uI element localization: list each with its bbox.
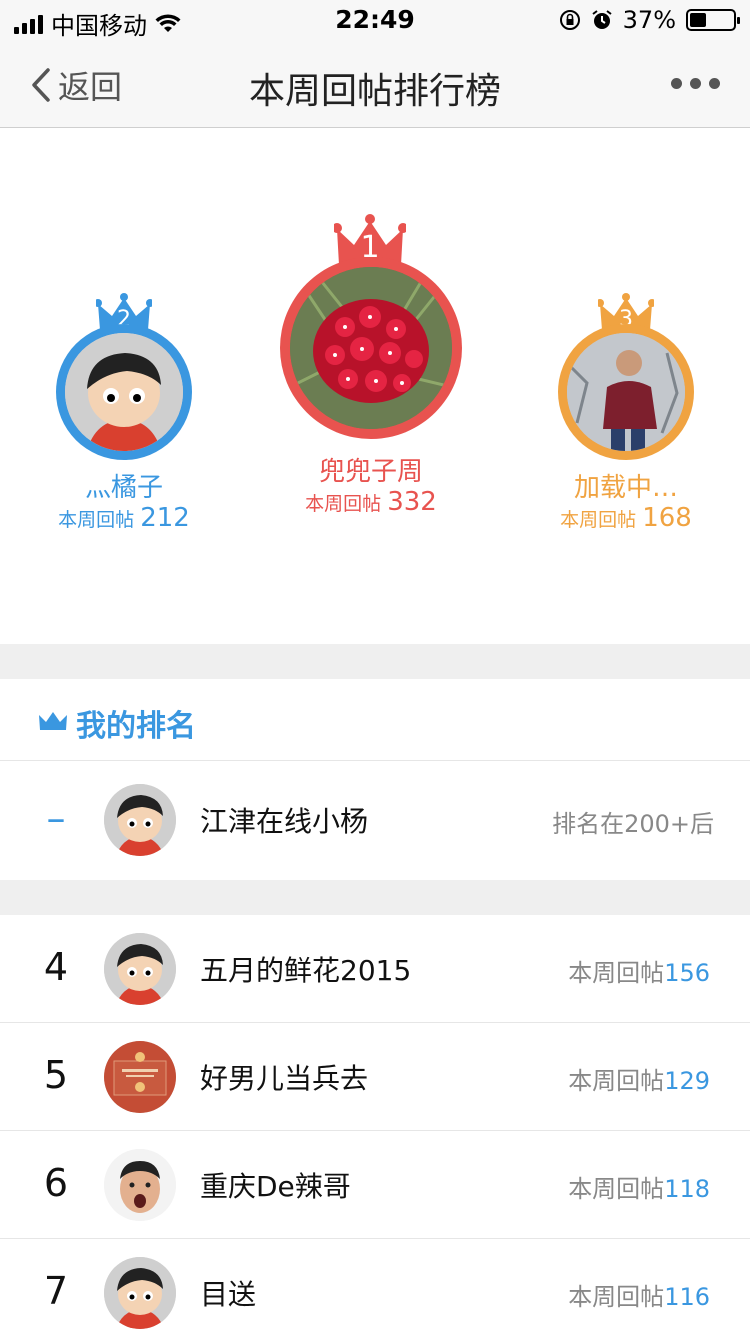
avatar — [104, 1149, 176, 1221]
status-bar: 中国移动 22:49 37% — [0, 0, 750, 40]
cartoon-avatar-icon — [104, 784, 176, 856]
status-right: 37% — [559, 6, 740, 34]
battery-icon — [686, 9, 740, 31]
section-divider — [0, 880, 750, 915]
list-item[interactable]: 4 五月的鲜花2015 本周回帖156 — [0, 915, 750, 1023]
avatar — [104, 1257, 176, 1329]
list-item[interactable]: 7 目送 本周回帖116 — [0, 1239, 750, 1334]
my-rank-title: 我的排名 — [76, 709, 196, 744]
avatar — [104, 784, 176, 856]
user-name: 好男儿当兵去 — [200, 1062, 369, 1095]
rank-number: 7 — [43, 1269, 69, 1313]
reply-count: 本周回帖118 — [568, 1175, 710, 1203]
count-label: 本周回帖 — [305, 493, 382, 515]
count-label: 本周回帖 — [58, 509, 135, 531]
person-photo-icon — [567, 333, 685, 451]
count-label: 本周回帖 — [560, 509, 637, 531]
cartoon-avatar-icon — [104, 1257, 176, 1329]
avatar-second — [56, 324, 192, 460]
count-value: 332 — [387, 487, 437, 517]
section-divider — [0, 644, 750, 679]
reply-count: 本周回帖129 — [568, 1067, 710, 1095]
podium-second-name: 灬橘子 — [84, 473, 163, 503]
user-name: 五月的鲜花2015 — [200, 954, 412, 987]
cartoon-avatar-icon — [104, 933, 176, 1005]
my-rank-name: 江津在线小杨 — [200, 805, 369, 838]
count-value: 168 — [642, 503, 692, 533]
avatar — [104, 1041, 176, 1113]
more-dot-icon — [671, 78, 682, 89]
rank-number: 6 — [43, 1161, 69, 1205]
more-button[interactable] — [671, 78, 720, 89]
avatar-third — [558, 324, 694, 460]
podium-first-name: 兜兜子周 — [318, 457, 423, 487]
my-rank-row[interactable]: – 江津在线小杨 排名在200+后 — [0, 762, 750, 880]
reply-count: 本周回帖156 — [568, 959, 710, 987]
top-three-podium: 2 灬橘子 本周回帖 212 1 兜兜子周 本周回帖 332 3 加载中… 本周… — [0, 129, 750, 644]
podium-first-count: 本周回帖 332 — [261, 487, 481, 517]
podium-third-name: 加载中… — [573, 473, 678, 503]
face-photo-icon — [104, 1149, 176, 1221]
my-rank-status: 排名在200+后 — [552, 810, 714, 838]
list-item[interactable]: 5 好男儿当兵去 本周回帖129 — [0, 1023, 750, 1131]
podium-second-count: 本周回帖 212 — [14, 503, 234, 533]
podium-third-count: 本周回帖 168 — [516, 503, 736, 533]
count-value: 212 — [140, 503, 190, 533]
crown-icon — [39, 712, 67, 730]
battery-percent: 37% — [622, 6, 676, 34]
certificate-avatar-icon — [104, 1041, 176, 1113]
user-name: 目送 — [200, 1278, 257, 1311]
flower-photo-icon — [290, 267, 452, 429]
user-name: 重庆De辣哥 — [200, 1170, 351, 1203]
list-item[interactable]: 6 重庆De辣哥 本周回帖118 — [0, 1131, 750, 1239]
my-rank-header: 我的排名 — [0, 679, 750, 761]
cartoon-avatar-icon — [65, 333, 183, 451]
rank-number: 4 — [43, 945, 69, 989]
page-title: 本周回帖排行榜 — [248, 71, 501, 112]
rotation-lock-icon — [559, 10, 580, 30]
alarm-icon — [592, 10, 612, 29]
reply-count: 本周回帖116 — [568, 1283, 710, 1311]
my-rank-position: – — [46, 796, 66, 840]
avatar-first — [280, 257, 462, 439]
rank-number: 5 — [43, 1053, 69, 1097]
navigation-bar: 返回 本周回帖排行榜 — [0, 40, 750, 128]
avatar — [104, 933, 176, 1005]
